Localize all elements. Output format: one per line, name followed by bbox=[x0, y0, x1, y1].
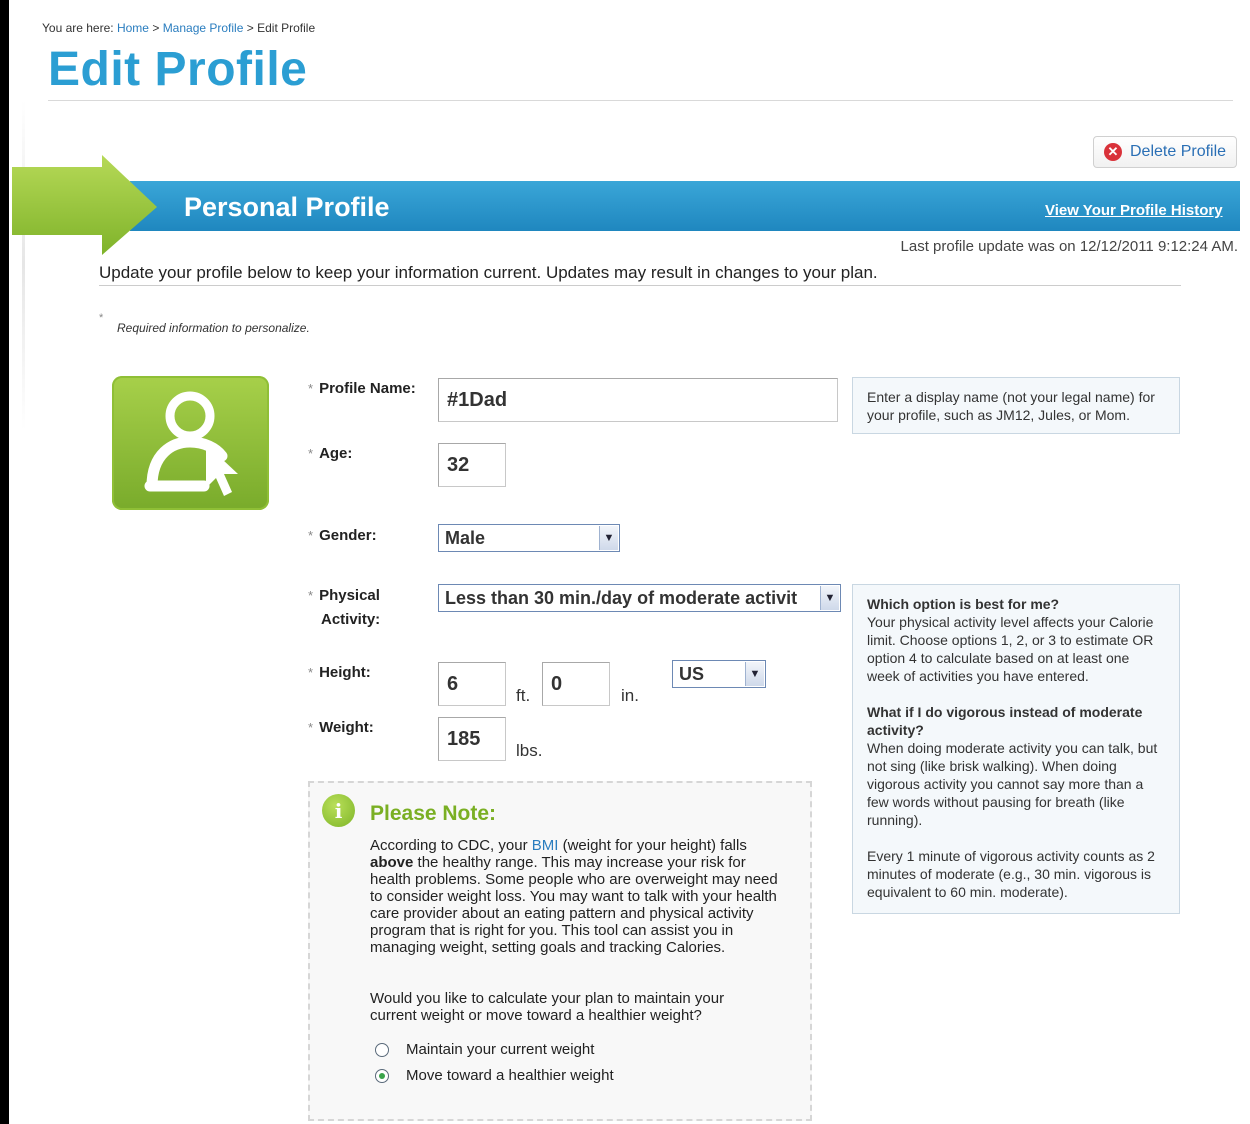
profile-name-value: #1Dad bbox=[447, 388, 508, 411]
age-label-text: Age: bbox=[319, 445, 353, 462]
profile-avatar-icon bbox=[112, 376, 269, 510]
note-above: above bbox=[370, 854, 414, 871]
required-star: * bbox=[308, 665, 314, 680]
profile-name-tip: Enter a display name (not your legal nam… bbox=[852, 377, 1180, 434]
breadcrumb: You are here: Home > Manage Profile > Ed… bbox=[42, 21, 315, 35]
note-text-3: the healthy range. This may increase you… bbox=[370, 854, 778, 956]
intro-divider bbox=[99, 285, 1181, 286]
activity-select[interactable]: Less than 30 min./day of moderate activi… bbox=[438, 584, 841, 612]
height-inches-value: 0 bbox=[551, 672, 563, 695]
breadcrumb-separator: > bbox=[152, 21, 160, 35]
gender-label-text: Gender: bbox=[319, 527, 377, 544]
radio-move-label: Move toward a healthier weight bbox=[406, 1067, 614, 1084]
profile-name-label-text: Profile Name: bbox=[319, 380, 416, 397]
chevron-down-icon: ▼ bbox=[820, 586, 839, 610]
height-label: * Height: bbox=[308, 661, 371, 685]
gender-label: * Gender: bbox=[308, 524, 377, 548]
activity-label-2: Activity: bbox=[321, 608, 380, 632]
required-star: * bbox=[308, 720, 314, 735]
weight-unit: lbs. bbox=[516, 741, 543, 760]
radio-maintain-weight[interactable]: Maintain your current weight bbox=[375, 1041, 594, 1058]
activity-tip-answer-2: When doing moderate activity you can tal… bbox=[867, 740, 1158, 828]
height-feet-input[interactable]: 6 bbox=[438, 662, 506, 706]
height-inches-input[interactable]: 0 bbox=[542, 662, 610, 706]
section-title: Personal Profile bbox=[184, 192, 390, 222]
breadcrumb-manage-profile-link[interactable]: Manage Profile bbox=[163, 21, 244, 35]
sidebar-shadow bbox=[22, 100, 25, 430]
activity-tip-answer-1: Your physical activity level affects you… bbox=[867, 614, 1154, 684]
required-star: * bbox=[308, 588, 314, 603]
window-left-inner bbox=[9, 0, 11, 1124]
view-profile-history-link[interactable]: View Your Profile History bbox=[1045, 202, 1223, 219]
please-note-title: Please Note: bbox=[370, 802, 497, 825]
age-label: * Age: bbox=[308, 442, 352, 466]
green-arrow-icon bbox=[12, 155, 157, 255]
weight-input[interactable]: 185 bbox=[438, 717, 506, 761]
age-input[interactable]: 32 bbox=[438, 443, 506, 487]
activity-label-text-1: Physical bbox=[319, 587, 380, 604]
activity-tip-question-1: Which option is best for me? bbox=[867, 596, 1060, 612]
breadcrumb-separator: > bbox=[246, 21, 254, 35]
radio-button-selected[interactable] bbox=[375, 1068, 389, 1083]
gender-select[interactable]: Male ▼ bbox=[438, 524, 620, 552]
delete-x-icon: ✕ bbox=[1104, 143, 1122, 161]
gender-value: Male bbox=[445, 527, 486, 548]
profile-name-input[interactable]: #1Dad bbox=[438, 378, 838, 422]
unit-system-value: US bbox=[679, 663, 705, 684]
height-label-text: Height: bbox=[319, 664, 371, 681]
breadcrumb-prefix: You are here: bbox=[42, 21, 114, 35]
weight-label: * Weight: bbox=[308, 716, 374, 740]
radio-button[interactable] bbox=[375, 1042, 389, 1057]
page-title: Edit Profile bbox=[48, 43, 308, 96]
delete-profile-label: Delete Profile bbox=[1130, 143, 1227, 160]
bmi-link[interactable]: BMI bbox=[532, 837, 559, 854]
note-question: Would you like to calculate your plan to… bbox=[370, 990, 725, 1024]
activity-label-text-2: Activity: bbox=[321, 611, 381, 628]
radio-maintain-label: Maintain your current weight bbox=[406, 1041, 595, 1058]
title-divider bbox=[48, 100, 1233, 101]
delete-profile-button[interactable]: ✕ Delete Profile bbox=[1093, 136, 1237, 168]
required-star: * bbox=[99, 312, 104, 324]
profile-name-tip-text: Enter a display name (not your legal nam… bbox=[867, 389, 1155, 423]
intro-text: Update your profile below to keep your i… bbox=[99, 263, 878, 282]
please-note-text: According to CDC, your BMI (weight for y… bbox=[370, 837, 780, 956]
activity-value: Less than 30 min./day of moderate activi… bbox=[445, 587, 798, 608]
height-feet-value: 6 bbox=[447, 672, 459, 695]
last-update-text: Last profile update was on 12/12/2011 9:… bbox=[900, 238, 1238, 255]
radio-move-healthier-weight[interactable]: Move toward a healthier weight bbox=[375, 1067, 614, 1084]
required-star: * bbox=[308, 381, 314, 396]
activity-tip-answer-3: Every 1 minute of vigorous activity coun… bbox=[867, 848, 1155, 900]
window-left-border bbox=[0, 0, 9, 1124]
breadcrumb-current: Edit Profile bbox=[257, 21, 316, 35]
required-star: * bbox=[308, 446, 314, 461]
feet-unit: ft. bbox=[516, 686, 531, 705]
age-value: 32 bbox=[447, 453, 470, 476]
chevron-down-icon: ▼ bbox=[599, 526, 618, 550]
activity-tip-question-2: What if I do vigorous instead of moderat… bbox=[867, 704, 1143, 738]
chevron-down-icon: ▼ bbox=[745, 662, 764, 686]
required-star: * bbox=[308, 528, 314, 543]
profile-name-label: * Profile Name: bbox=[308, 377, 416, 401]
inches-unit: in. bbox=[621, 686, 639, 705]
activity-label: * Physical bbox=[308, 584, 380, 608]
unit-system-select[interactable]: US ▼ bbox=[672, 660, 766, 688]
breadcrumb-home-link[interactable]: Home bbox=[117, 21, 149, 35]
weight-value: 185 bbox=[447, 727, 481, 750]
required-note: Required information to personalize. bbox=[117, 321, 310, 335]
weight-label-text: Weight: bbox=[319, 719, 374, 736]
activity-tip: Which option is best for me? Your physic… bbox=[852, 584, 1180, 914]
note-text-1: According to CDC, your bbox=[370, 837, 528, 854]
info-icon: i bbox=[322, 794, 355, 827]
note-text-2: (weight for your height) falls bbox=[562, 837, 747, 854]
